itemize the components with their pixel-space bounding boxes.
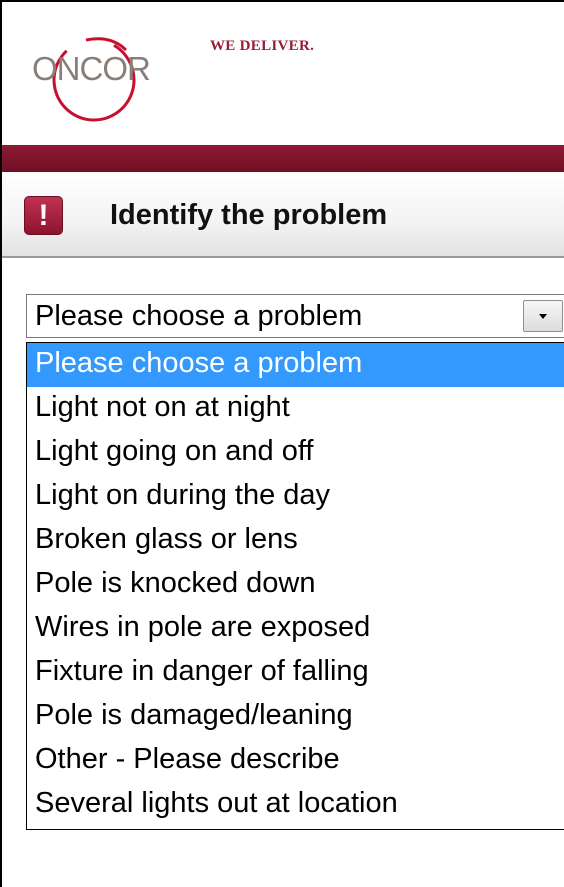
option-fixture-falling[interactable]: Fixture in danger of falling xyxy=(27,651,564,695)
option-wires-exposed[interactable]: Wires in pole are exposed xyxy=(27,607,564,651)
option-pole-knocked[interactable]: Pole is knocked down xyxy=(27,563,564,607)
main-content: Please choose a problem Please choose a … xyxy=(2,258,564,887)
window-border xyxy=(0,0,2,887)
option-light-on-day[interactable]: Light on during the day xyxy=(27,475,564,519)
exclamation-icon: ! xyxy=(24,196,63,235)
option-pole-damaged[interactable]: Pole is damaged/leaning xyxy=(27,695,564,739)
problem-select-value: Please choose a problem xyxy=(35,300,363,332)
problem-select[interactable]: Please choose a problem xyxy=(26,294,564,338)
option-light-not-on[interactable]: Light not on at night xyxy=(27,387,564,431)
problem-options-list[interactable]: Please choose a problem Light not on at … xyxy=(26,342,564,830)
header: ONCOR WE DELIVER. xyxy=(2,2,564,145)
dropdown-button[interactable] xyxy=(523,300,563,332)
option-other[interactable]: Other - Please describe xyxy=(27,739,564,783)
section-title: Identify the problem xyxy=(110,199,388,231)
option-light-on-off[interactable]: Light going on and off xyxy=(27,431,564,475)
section-header: ! Identify the problem xyxy=(2,172,564,258)
option-several-lights-out[interactable]: Several lights out at location xyxy=(27,783,564,827)
brand-band xyxy=(2,145,564,172)
chevron-down-icon xyxy=(539,314,547,319)
option-broken-glass[interactable]: Broken glass or lens xyxy=(27,519,564,563)
tagline: WE DELIVER. xyxy=(210,38,315,54)
option-please-choose[interactable]: Please choose a problem xyxy=(27,343,564,387)
logo-text: ONCOR xyxy=(32,50,151,87)
